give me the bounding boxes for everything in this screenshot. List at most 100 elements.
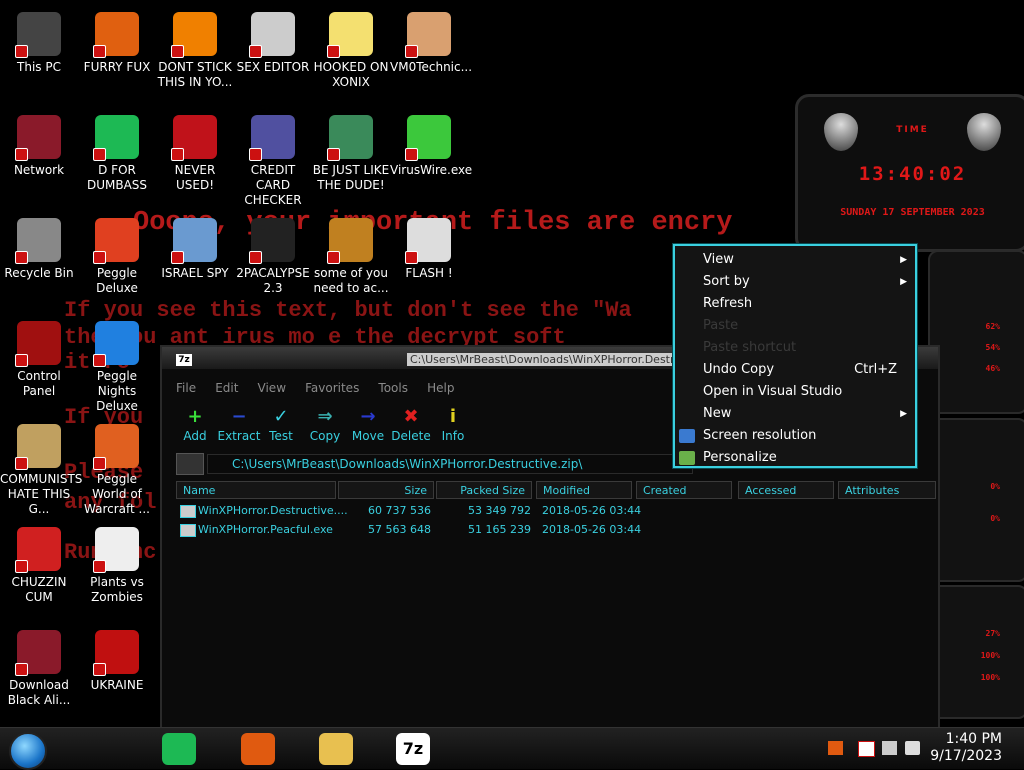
column-header-size[interactable]: Size bbox=[338, 481, 434, 499]
desktop-icon[interactable]: VM0Technic... bbox=[390, 12, 473, 75]
context-menu-item-sort-by[interactable]: Sort by ▶ bbox=[675, 271, 915, 293]
column-header-packed-size[interactable]: Packed Size bbox=[436, 481, 532, 499]
desktop-icon[interactable]: VirusWire.exe bbox=[390, 115, 473, 178]
desktop-icon[interactable]: Download Black Ali... bbox=[0, 630, 78, 708]
taskbar-clock[interactable]: 1:40 PM 9/17/2023 bbox=[930, 731, 1002, 765]
toolbar-extract-button[interactable]: − Extract bbox=[216, 407, 262, 444]
context-menu-item-new[interactable]: New ▶ bbox=[675, 403, 915, 425]
desktop-icon[interactable]: FLASH ! bbox=[390, 218, 468, 281]
toolbar-move-button[interactable]: → Move bbox=[345, 406, 391, 444]
desktop-icon[interactable]: Recycle Bin bbox=[0, 218, 78, 281]
start-button[interactable] bbox=[9, 732, 47, 770]
file-row[interactable]: WinXPHorror.Destructive.... 60 737 536 53 … bbox=[178, 502, 938, 520]
desktop-icon-label: VM0Technic... bbox=[390, 60, 473, 74]
uac-shield-icon bbox=[15, 148, 28, 161]
folder-up-button[interactable] bbox=[176, 453, 204, 475]
desktop-icon[interactable]: CREDIT CARD CHECKER bbox=[234, 115, 312, 208]
column-header-name[interactable]: Name bbox=[176, 481, 336, 499]
toolbar-test-button[interactable]: ✓ Test bbox=[258, 407, 304, 444]
7zip-taskbar-icon[interactable]: 7z bbox=[396, 733, 430, 765]
context-menu-item-open-in-visual-studio[interactable]: Open in Visual Studio bbox=[675, 381, 915, 403]
desktop-icon[interactable]: SEX EDITOR bbox=[234, 12, 312, 75]
desktop-icon[interactable]: DONT STICK THIS IN YO... bbox=[156, 12, 234, 90]
context-menu-item-personalize[interactable]: Personalize bbox=[675, 447, 915, 469]
menu-help[interactable]: Help bbox=[427, 381, 454, 395]
desktop-icon[interactable]: FURRY FUX bbox=[78, 12, 156, 75]
uac-shield-icon bbox=[405, 251, 418, 264]
desktop-icon[interactable]: BE JUST LIKE THE DUDE! bbox=[312, 115, 390, 193]
desktop-icon-label: COMMUNISTS HATE THIS G... bbox=[0, 472, 83, 516]
furry-fux-icon bbox=[93, 12, 139, 58]
desktop-icon-label: 2PACALYPSE 2.3 bbox=[236, 266, 310, 295]
desktop-icon-label: DONT STICK THIS IN YO... bbox=[157, 60, 233, 89]
ransom-text-line: If you see this text, but don't see the … bbox=[64, 298, 632, 323]
column-header-created[interactable]: Created bbox=[636, 481, 732, 499]
action-center-flag-icon[interactable] bbox=[858, 741, 875, 757]
recycle-bin-icon bbox=[15, 218, 61, 264]
clock-gadget-date: SUNDAY 17 SEPTEMBER 2023 bbox=[840, 207, 985, 218]
desktop-icon[interactable]: Peggle Deluxe bbox=[78, 218, 156, 296]
menu-file[interactable]: File bbox=[176, 381, 196, 395]
system-monitor-gadget[interactable]: 62% 54% 46% bbox=[928, 250, 1024, 414]
menu-tools[interactable]: Tools bbox=[378, 381, 408, 395]
context-menu-item-view[interactable]: View ▶ bbox=[675, 249, 915, 271]
spotify-taskbar-icon[interactable] bbox=[162, 733, 196, 765]
desktop-icon-label: VirusWire.exe bbox=[390, 163, 473, 177]
menu-view[interactable]: View bbox=[258, 381, 286, 395]
file-packed-cell: 51 165 239 bbox=[468, 523, 531, 536]
desktop-icon[interactable]: HOOKED ON XONIX bbox=[312, 12, 390, 90]
desktop-icon[interactable]: ISRAEL SPY bbox=[156, 218, 234, 281]
dog-icon bbox=[327, 218, 373, 264]
uac-shield-icon bbox=[249, 148, 262, 161]
menu-favorites[interactable]: Favorites bbox=[305, 381, 359, 395]
toolbar-button-label: Move bbox=[351, 429, 385, 443]
desktop-icon[interactable]: Network bbox=[0, 115, 78, 178]
drive-monitor-gadget[interactable]: 27% 100% 100% bbox=[928, 585, 1024, 719]
address-bar[interactable]: C:\Users\MrBeast\Downloads\WinXPHorror.D… bbox=[207, 454, 693, 474]
limewire-icon bbox=[405, 115, 451, 161]
toolbar-add-button[interactable]: + Add bbox=[172, 406, 218, 444]
uac-shield-icon bbox=[405, 148, 418, 161]
volume-icon[interactable] bbox=[905, 741, 920, 755]
file-row[interactable]: WinXPHorror.Peacful.exe 57 563 648 51 165 … bbox=[178, 521, 938, 539]
toolbar-info-button[interactable]: i Info bbox=[430, 407, 476, 444]
add-icon: + bbox=[187, 406, 203, 427]
desktop-icon[interactable]: UKRAINE bbox=[78, 630, 156, 693]
peggle-icon bbox=[93, 218, 139, 264]
network-icon[interactable] bbox=[882, 741, 897, 755]
uac-shield-icon bbox=[93, 560, 106, 573]
network-monitor-gadget[interactable]: 0% 0% bbox=[928, 418, 1024, 582]
firefox-taskbar-icon[interactable] bbox=[241, 733, 275, 765]
desktop-icon-label: Peggle Deluxe bbox=[96, 266, 138, 295]
desktop-icon[interactable]: 2PACALYPSE 2.3 bbox=[234, 218, 312, 296]
context-menu-label: Undo Copy bbox=[703, 362, 775, 377]
toolbar-copy-button[interactable]: ⇒ Copy bbox=[302, 407, 348, 444]
flash-cards-icon bbox=[405, 218, 451, 264]
desktop-icon[interactable]: some of you need to ac... bbox=[312, 218, 390, 296]
uac-shield-icon bbox=[93, 457, 106, 470]
file-explorer-taskbar-icon[interactable] bbox=[319, 733, 353, 765]
context-menu-item-screen-resolution[interactable]: Screen resolution bbox=[675, 425, 915, 447]
toolbar-delete-button[interactable]: ✖ Delete bbox=[388, 407, 434, 444]
move-icon: → bbox=[360, 406, 376, 427]
context-menu-item-undo-copy[interactable]: Undo Copy Ctrl+Z bbox=[675, 359, 915, 381]
clock-gadget[interactable]: TIME 13:40:02 SUNDAY 17 SEPTEMBER 2023 bbox=[795, 94, 1024, 252]
desktop-icon[interactable]: Peggle Nights Deluxe bbox=[78, 321, 156, 414]
desktop-icon[interactable]: COMMUNISTS HATE THIS G... bbox=[0, 424, 83, 517]
column-header-accessed[interactable]: Accessed bbox=[738, 481, 834, 499]
desktop-icon[interactable]: Peggle World of Warcraft ... bbox=[78, 424, 156, 517]
taskbar-time: 1:40 PM bbox=[945, 731, 1002, 747]
notification-icon[interactable] bbox=[828, 741, 843, 755]
desktop-icon[interactable]: NEVER USED! bbox=[156, 115, 234, 193]
uac-shield-icon bbox=[93, 45, 106, 58]
column-header-modified[interactable]: Modified bbox=[536, 481, 632, 499]
desktop-icon[interactable]: Plants vs Zombies bbox=[78, 527, 156, 605]
desktop-icon[interactable]: Control Panel bbox=[0, 321, 78, 399]
desktop-icon[interactable]: CHUZZIN CUM bbox=[0, 527, 78, 605]
desktop-icon[interactable]: This PC bbox=[0, 12, 78, 75]
menu-edit[interactable]: Edit bbox=[215, 381, 238, 395]
column-header-attributes[interactable]: Attributes bbox=[838, 481, 936, 499]
dev-cpp-icon bbox=[171, 115, 217, 161]
desktop-icon[interactable]: D FOR DUMBASS bbox=[78, 115, 156, 193]
context-menu-item-refresh[interactable]: Refresh bbox=[675, 293, 915, 315]
